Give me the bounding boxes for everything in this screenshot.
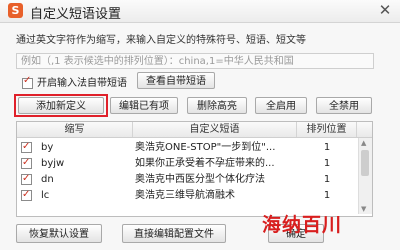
table-scrollbar[interactable]: ▲ ▼ (358, 138, 372, 214)
table-header: 缩写 自定义短语 排列位置 (17, 122, 372, 138)
row-abbr: by (41, 142, 54, 153)
header-phrase: 自定义短语 (133, 122, 297, 137)
autoload-option[interactable]: 开启输入法自带短语 (22, 74, 127, 89)
table-row[interactable]: dn 奥浩克中西医分型个体化疗法 1 (17, 172, 357, 187)
row-checkbox[interactable] (21, 188, 32, 202)
row-abbr: dn (41, 174, 54, 185)
row-position: 1 (323, 190, 331, 201)
table-row[interactable]: by 奥浩克ONE-STOP"一步到位"... 1 (17, 140, 357, 155)
restore-defaults-button[interactable]: 恢复默认设置 (16, 224, 102, 243)
autoload-checkbox[interactable] (22, 75, 33, 89)
title-bar: S 自定义短语设置 ✕ (0, 0, 400, 23)
row-checkbox[interactable] (21, 140, 32, 154)
row-phrase: 奥浩克中西医分型个体化疗法 (135, 174, 265, 185)
header-position: 排列位置 (297, 122, 357, 137)
scroll-thumb[interactable] (361, 150, 369, 176)
add-definition-button[interactable]: 添加新定义 (18, 97, 104, 114)
description-text: 通过英文字符作为缩写，来输入自定义的特殊符号、短语、短文等 (16, 35, 306, 46)
scroll-up-icon[interactable]: ▲ (361, 139, 366, 147)
custom-phrase-dialog: S 自定义短语设置 ✕ 通过英文字符作为缩写，来输入自定义的特殊符号、短语、短文… (0, 0, 400, 250)
row-position: 1 (323, 158, 331, 169)
watermark-text: 海纳百川 (262, 214, 343, 236)
row-checkbox[interactable] (21, 172, 32, 186)
row-abbr: byjw (41, 158, 65, 169)
row-position: 1 (323, 142, 331, 153)
sogou-logo-icon: S (8, 3, 23, 18)
close-icon[interactable]: ✕ (376, 1, 394, 19)
view-builtin-button[interactable]: 查看自带短语 (137, 72, 215, 89)
row-phrase: 奥浩克三维导航滴融术 (135, 190, 235, 201)
enable-all-button[interactable]: 全启用 (255, 97, 307, 114)
row-abbr: lc (41, 190, 50, 201)
window-title: 自定义短语设置 (30, 7, 122, 22)
disable-all-button[interactable]: 全禁用 (316, 97, 372, 114)
scroll-down-icon[interactable]: ▼ (361, 205, 366, 213)
row-phrase: 如果你正承受着不孕症带来的... (135, 158, 275, 169)
edit-existing-button[interactable]: 编辑已有项 (110, 97, 178, 114)
table-row[interactable]: lc 奥浩克三维导航滴融术 1 (17, 188, 357, 203)
table-row[interactable]: byjw 如果你正承受着不孕症带来的... 1 (17, 156, 357, 171)
header-abbr: 缩写 (17, 122, 133, 137)
edit-config-file-button[interactable]: 直接编辑配置文件 (122, 224, 226, 243)
autoload-label: 开启输入法自带短语 (37, 78, 127, 89)
example-text: 例如（,1 表示候选中的排列位置）：china,1=中华人民共和国 (16, 53, 374, 69)
row-position: 1 (323, 174, 331, 185)
row-phrase: 奥浩克ONE-STOP"一步到位"... (135, 142, 276, 153)
phrase-table: 缩写 自定义短语 排列位置 by 奥浩克ONE-STOP"一步到位"... 1 … (16, 121, 373, 217)
row-checkbox[interactable] (21, 156, 32, 170)
delete-highlighted-button[interactable]: 删除高亮 (187, 97, 247, 114)
